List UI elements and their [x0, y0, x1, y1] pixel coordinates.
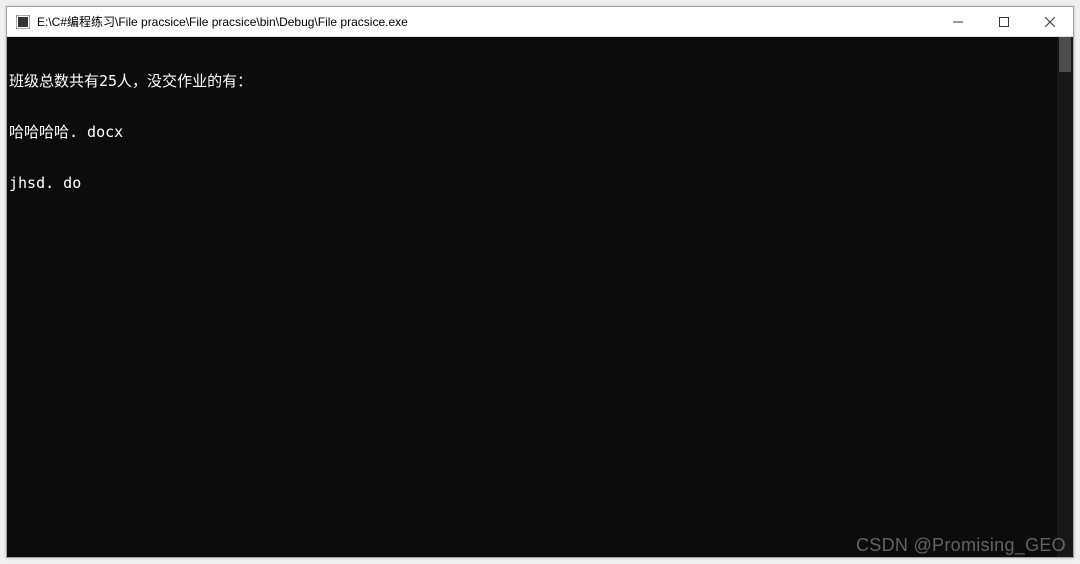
console-output[interactable]: 班级总数共有25人，没交作业的有： 哈哈哈哈. docx jhsd. do — [7, 37, 1057, 557]
console-line: 哈哈哈哈. docx — [9, 124, 1057, 141]
close-button[interactable] — [1027, 7, 1073, 36]
window-controls — [935, 7, 1073, 36]
maximize-button[interactable] — [981, 7, 1027, 36]
scrollbar-thumb[interactable] — [1059, 37, 1071, 72]
vertical-scrollbar[interactable] — [1057, 37, 1073, 557]
app-icon — [15, 14, 31, 30]
app-window: E:\C#编程练习\File pracsice\File pracsice\bi… — [6, 6, 1074, 558]
window-title: E:\C#编程练习\File pracsice\File pracsice\bi… — [37, 13, 935, 30]
titlebar[interactable]: E:\C#编程练习\File pracsice\File pracsice\bi… — [7, 7, 1073, 37]
minimize-button[interactable] — [935, 7, 981, 36]
console-line: jhsd. do — [9, 175, 1057, 192]
console-line: 班级总数共有25人，没交作业的有： — [9, 73, 1057, 90]
console-area: 班级总数共有25人，没交作业的有： 哈哈哈哈. docx jhsd. do — [7, 37, 1073, 557]
